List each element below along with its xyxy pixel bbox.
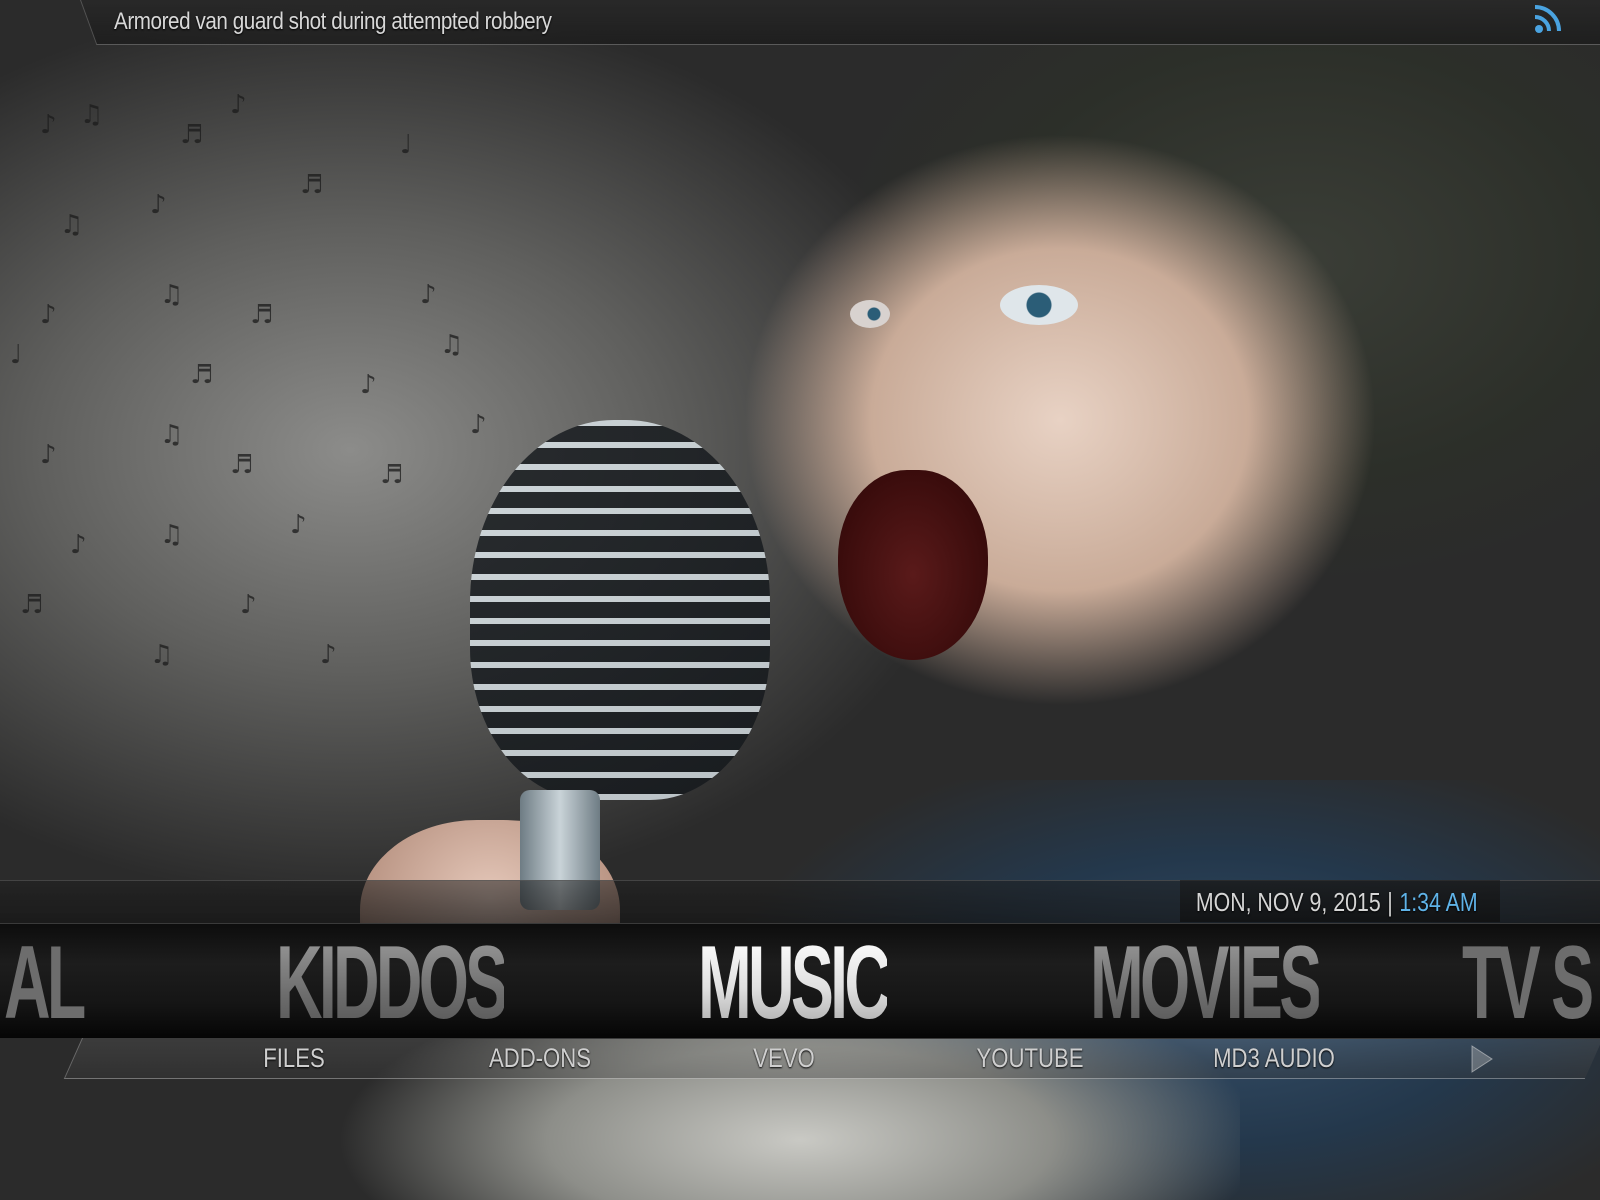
submenu-item-youtube[interactable]: YOUTUBE: [932, 1040, 1129, 1076]
fanart-eye: [1000, 285, 1078, 325]
main-menu-item-partial-right[interactable]: TV S: [1462, 931, 1594, 1035]
clock-date: MON, NOV 9, 2015: [1196, 887, 1382, 917]
clock-time: 1:34 AM: [1399, 887, 1478, 917]
chevron-right-icon[interactable]: [1466, 1042, 1496, 1076]
clock: MON, NOV 9, 2015 | 1:34 AM: [1196, 884, 1478, 920]
fanart-mouth: [838, 470, 988, 660]
clock-separator: |: [1387, 887, 1394, 917]
main-menu-item-music[interactable]: MUSIC: [698, 931, 891, 1035]
fanart-eye-left: [850, 300, 890, 328]
submenu-item-vevo[interactable]: VEVO: [686, 1040, 883, 1076]
main-menu-item-partial-left[interactable]: AL: [4, 931, 86, 1035]
rss-icon[interactable]: [1530, 0, 1566, 36]
submenu-item-md3-audio[interactable]: MD3 AUDIO: [1176, 1040, 1373, 1076]
main-menu-item-kiddos[interactable]: KIDDOS: [276, 931, 508, 1035]
submenu-item-files[interactable]: FILES: [196, 1040, 393, 1076]
main-menu-item-movies[interactable]: MOVIES: [1090, 931, 1322, 1035]
submenu-item-add-ons[interactable]: ADD-ONS: [442, 1040, 639, 1076]
fanart-microphone: [470, 420, 770, 800]
news-ticker[interactable]: Armored van guard shot during attempted …: [114, 4, 552, 40]
